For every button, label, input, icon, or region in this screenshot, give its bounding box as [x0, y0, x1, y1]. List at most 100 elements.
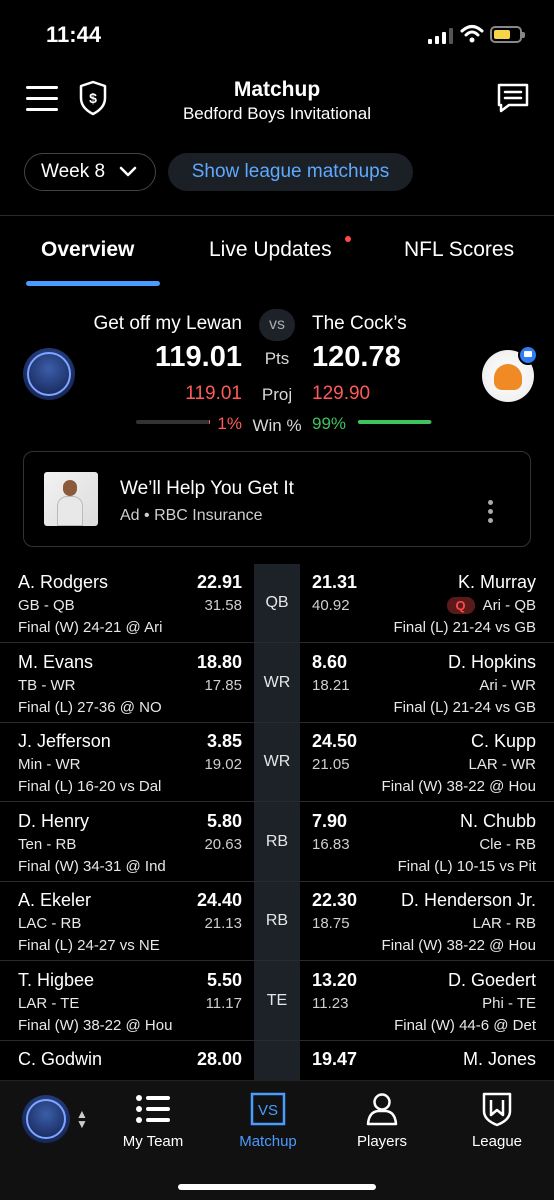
- team-switcher-avatar[interactable]: [22, 1095, 70, 1143]
- player-proj-left: 21.13: [204, 915, 242, 932]
- player-team-left: LAC - RB: [18, 915, 82, 932]
- more-options-icon[interactable]: [488, 500, 494, 527]
- nav-league-label: League: [471, 1133, 523, 1150]
- player-proj-right: 40.92: [312, 597, 350, 614]
- player-proj-right: 16.83: [312, 835, 350, 853]
- chevron-down-icon: [119, 166, 137, 177]
- player-name-right[interactable]: C. Kupp: [471, 731, 536, 752]
- player-team-left: GB - QB: [18, 597, 75, 614]
- player-team-right: Q Ari - QB: [446, 597, 536, 614]
- player-game-right: Final (W) 38-22 @ Hou: [381, 778, 536, 795]
- cellular-signal-icon: [428, 28, 453, 44]
- position-label: WR: [263, 753, 291, 770]
- player-name-left[interactable]: A. Rodgers: [18, 572, 108, 593]
- page-title: Matchup: [233, 78, 321, 101]
- player-name-right[interactable]: K. Murray: [458, 572, 536, 593]
- player-game-right: Final (L) 10-15 vs Pit: [397, 857, 536, 875]
- player-team-left: LAR - TE: [18, 994, 80, 1012]
- player-game-left: Final (W) 38-22 @ Hou: [18, 1016, 173, 1034]
- player-name-right[interactable]: D. Henderson Jr.: [401, 890, 536, 911]
- player-team-left: Ten - RB: [18, 835, 77, 853]
- points-left: 119.01: [154, 341, 242, 373]
- player-name-left[interactable]: M. Evans: [18, 652, 93, 673]
- ad-title: We’ll Help You Get It: [120, 478, 294, 499]
- player-team-left: Min - WR: [18, 756, 81, 773]
- player-score-left: 28.00: [196, 1049, 242, 1069]
- nav-matchup[interactable]: VS Matchup: [213, 1089, 323, 1150]
- player-name-left[interactable]: T. Higbee: [18, 970, 94, 991]
- vs-label: vs: [259, 309, 295, 341]
- player-team-right-text: Cle - RB: [479, 835, 536, 853]
- tab-nfl-scores[interactable]: NFL Scores: [404, 238, 514, 262]
- player-score-left: 3.85: [206, 731, 242, 751]
- player-team-right: Cle - RB: [479, 836, 536, 853]
- position-label: WR: [263, 673, 291, 691]
- ad-sponsor: Ad • RBC Insurance: [120, 507, 263, 524]
- player-team-left: TB - WR: [18, 676, 76, 694]
- wifi-icon: [460, 25, 484, 43]
- player-game-left: Final (L) 16-20 vs Dal: [18, 778, 162, 795]
- player-score-left: 24.40: [196, 890, 242, 910]
- chat-icon[interactable]: [496, 82, 530, 114]
- matchup-row: A. Rodgers 22.91 GB - QB 31.58 Final (W) 24-…: [0, 564, 554, 643]
- player-score-left: 18.80: [196, 651, 242, 672]
- team-name-left: Get off my Lewan: [93, 313, 242, 334]
- player-score-right: 21.31: [312, 572, 358, 592]
- ad-banner[interactable]: We’ll Help You Get It Ad • RBC Insurance: [23, 451, 531, 547]
- projected-right: 129.90: [312, 383, 371, 404]
- position-label: TE: [266, 991, 288, 1009]
- player-game-right: Final (L) 21-24 vs GB: [393, 698, 536, 716]
- team-avatar-left[interactable]: [23, 348, 75, 400]
- player-score-right: 24.50: [312, 731, 358, 751]
- position-label: RB: [265, 832, 289, 850]
- player-score-right: 22.30: [312, 890, 358, 910]
- matchup-row: T. Higbee 5.50 LAR - TE 11.17 Final (W) 38-2…: [0, 962, 554, 1041]
- player-team-right: LAR - WR: [469, 756, 537, 773]
- matchup-row: M. Evans 18.80 TB - WR 17.85 Final (L) 27-36…: [0, 644, 554, 723]
- win-probability-bar-right: [358, 420, 432, 424]
- nav-league[interactable]: League: [442, 1089, 552, 1150]
- player-name-left[interactable]: D. Henry: [18, 811, 89, 832]
- player-game-right: Final (L) 21-24 vs GB: [393, 619, 536, 636]
- divider: [0, 215, 554, 216]
- player-team-right: Phi - TE: [482, 995, 536, 1012]
- proj-label: Proj: [261, 385, 293, 404]
- player-game-right: Final (W) 38-22 @ Hou: [381, 937, 536, 954]
- player-name-right[interactable]: D. Goedert: [448, 970, 536, 991]
- player-team-right: LAR - RB: [473, 915, 536, 932]
- matchup-row: A. Ekeler 24.40 LAC - RB 21.13 Final (L) 24-…: [0, 882, 554, 961]
- player-proj-right: 11.23: [312, 994, 349, 1012]
- switch-team-icon[interactable]: ▲ ▼: [76, 1108, 88, 1130]
- league-name: Bedford Boys Invitational: [182, 104, 372, 123]
- nav-players-label: Players: [356, 1133, 408, 1150]
- player-game-left: Final (L) 24-27 vs NE: [18, 937, 160, 954]
- projected-left: 119.01: [185, 383, 242, 404]
- player-proj-left: 31.58: [204, 597, 242, 614]
- player-name-left[interactable]: C. Godwin: [18, 1049, 102, 1070]
- tab-overview[interactable]: Overview: [41, 238, 134, 262]
- win-pct-right: 99%: [312, 414, 347, 433]
- player-game-left: Final (W) 24-21 @ Ari: [18, 619, 163, 636]
- player-proj-left: 11.17: [205, 994, 242, 1012]
- player-score-left: 5.80: [206, 810, 242, 831]
- tab-live-updates[interactable]: Live Updates: [209, 238, 332, 262]
- player-name-right[interactable]: D. Hopkins: [448, 652, 536, 673]
- player-name-right[interactable]: M. Jones: [463, 1049, 536, 1070]
- player-team-right-text: LAR - RB: [472, 915, 536, 932]
- player-team-right-text: Ari - QB: [482, 597, 536, 614]
- player-score-right: 19.47: [312, 1049, 358, 1069]
- player-name-left[interactable]: J. Jefferson: [18, 731, 111, 752]
- nav-players[interactable]: Players: [327, 1089, 437, 1150]
- player-game-left: Final (W) 34-31 @ Ind: [18, 857, 166, 875]
- player-name-right[interactable]: N. Chubb: [460, 811, 536, 832]
- nav-my-team[interactable]: My Team: [98, 1089, 208, 1150]
- player-score-left: 22.91: [196, 572, 242, 592]
- matchup-row: J. Jefferson 3.85 Min - WR 19.02 Final (L) 1…: [0, 723, 554, 802]
- notification-dot: [345, 236, 351, 242]
- active-tab-indicator: [26, 281, 160, 286]
- player-proj-left: 17.85: [204, 676, 242, 694]
- player-name-left[interactable]: A. Ekeler: [18, 890, 91, 911]
- message-badge-icon[interactable]: [518, 345, 538, 365]
- week-selector[interactable]: Week 8: [24, 153, 156, 191]
- show-league-matchups-button[interactable]: Show league matchups: [168, 153, 413, 191]
